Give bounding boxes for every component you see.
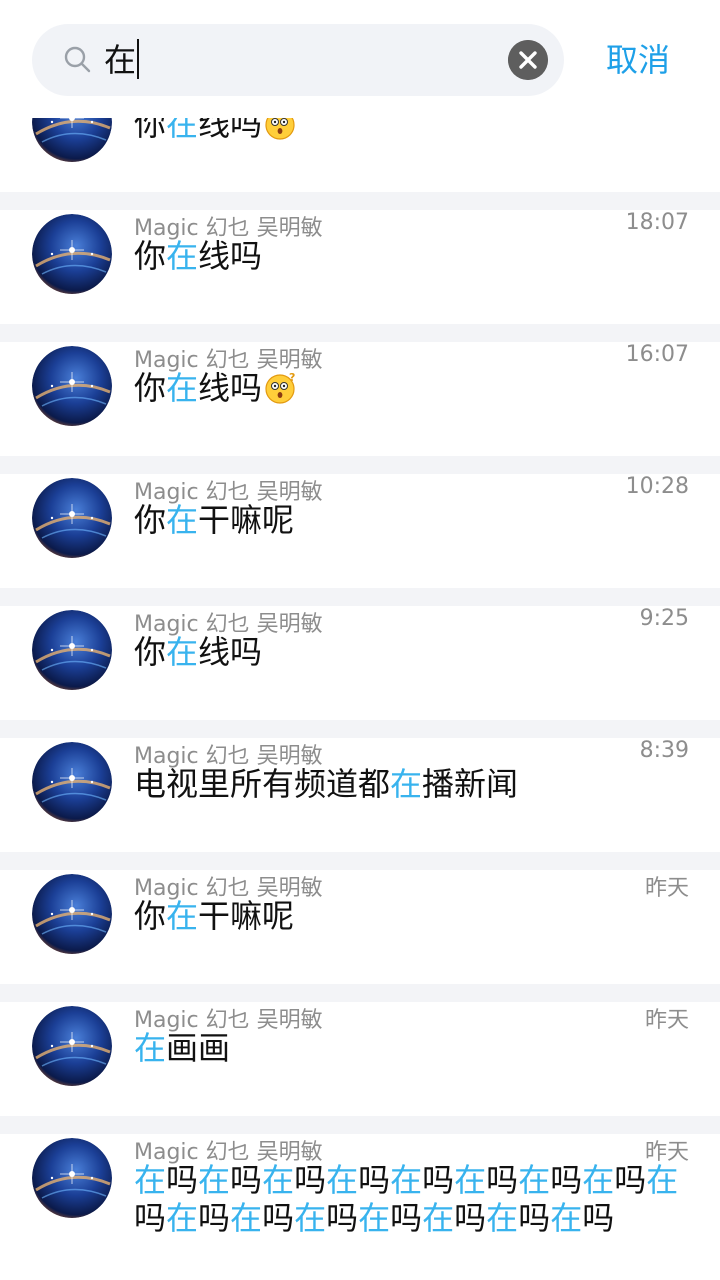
message-snippet: 在画画 [134,1029,694,1067]
snippet-text: 画画 [166,1029,231,1067]
highlight-match: 在 [582,1161,615,1199]
row-divider [0,456,720,474]
snippet-text: 吗 [358,1161,391,1199]
snippet-text: 吗 [390,1199,423,1237]
message-snippet: 你在线吗 [134,633,694,671]
avatar [32,214,112,294]
row-divider [0,192,720,210]
snippet-text: 线吗 [198,633,263,671]
message-snippet: 你在干嘛呢 [134,897,694,935]
highlight-match: 在 [422,1199,455,1237]
snippet-text: 吗 [518,1199,551,1237]
row-divider [0,588,720,606]
snippet-text: 吗 [550,1161,583,1199]
message-snippet: 电视里所有频道都在播新闻 [134,765,694,803]
snippet-text: 吗 [486,1161,519,1199]
row-divider [0,324,720,342]
snippet-text: 干嘛呢 [198,897,295,935]
surprised-face-icon: ? [264,371,298,405]
highlight-match: 在 [550,1199,583,1237]
snippet-text: 吗 [582,1199,615,1237]
message-time: 10:28 [625,474,689,499]
search-icon [64,46,91,73]
message-time: 16:07 [625,342,689,367]
search-results-screen: Magic 幻乜 吴明敏20:04你在线吗?Magic 幻乜 吴明敏18:07你… [0,0,720,1280]
snippet-text: 吗 [614,1161,647,1199]
snippet-text: 吗 [422,1161,455,1199]
search-query[interactable]: 在 [104,24,140,96]
snippet-text: 吗 [166,1161,199,1199]
snippet-text: 你 [134,369,167,407]
result-row[interactable]: Magic 幻乜 吴明敏 9:25 你在线吗 [0,606,720,720]
result-row[interactable]: Magic 幻乜 吴明敏 昨天 在吗在吗在吗在吗在吗在吗在吗在吗在吗在吗在吗在吗在吗… [0,1134,720,1280]
message-snippet: 你在干嘛呢 [134,501,694,539]
message-time: 8:39 [639,738,689,763]
snippet-text: 吗 [326,1199,359,1237]
highlight-match: 在 [262,1161,295,1199]
highlight-match: 在 [326,1161,359,1199]
clear-icon[interactable] [508,40,548,80]
message-snippet: 你在线吗 [134,237,694,275]
avatar [32,1138,112,1218]
snippet-text: 吗 [262,1199,295,1237]
snippet-text: 干嘛呢 [198,501,295,539]
snippet-text: 你 [134,897,167,935]
highlight-match: 在 [486,1199,519,1237]
snippet-text: 电视里所有频道都 [134,765,391,803]
row-divider [0,984,720,1002]
result-row[interactable]: Magic 幻乜 吴明敏 18:07 你在线吗 [0,210,720,324]
highlight-match: 在 [518,1161,551,1199]
highlight-match: 在 [166,369,199,407]
message-time: 9:25 [639,606,689,631]
highlight-match: 在 [358,1199,391,1237]
message-snippet: 在吗在吗在吗在吗在吗在吗在吗在吗在吗在吗在吗在吗在吗在吗在吗在吗 [134,1161,694,1237]
avatar [32,610,112,690]
highlight-match: 在 [198,1161,231,1199]
snippet-text: 吗 [294,1161,327,1199]
row-divider [0,1116,720,1134]
result-row[interactable]: Magic 幻乜 吴明敏 16:07 你在线吗? [0,342,720,456]
snippet-text: 你 [134,237,167,275]
cancel-button[interactable]: 取消 [606,24,670,96]
avatar [32,346,112,426]
highlight-match: 在 [166,897,199,935]
highlight-match: 在 [390,1161,423,1199]
snippet-text: 线吗 [198,237,263,275]
snippet-text: 你 [134,633,167,671]
result-row[interactable]: Magic 幻乜 吴明敏 8:39 电视里所有频道都在播新闻 [0,738,720,852]
highlight-match: 在 [166,633,199,671]
snippet-text: 播新闻 [422,765,519,803]
highlight-match: 在 [134,1029,167,1067]
svg-text:?: ? [289,371,295,384]
text-caret [137,39,140,79]
search-input[interactable]: 在 [32,24,564,96]
highlight-match: 在 [646,1161,679,1199]
result-row[interactable]: Magic 幻乜 吴明敏 10:28 你在干嘛呢 [0,474,720,588]
snippet-text: 吗 [454,1199,487,1237]
highlight-match: 在 [390,765,423,803]
result-row[interactable]: Magic 幻乜 吴明敏 昨天 你在干嘛呢 [0,870,720,984]
avatar [32,478,112,558]
message-time: 18:07 [625,210,689,235]
snippet-text: 吗 [198,1199,231,1237]
snippet-text: 吗 [134,1199,167,1237]
snippet-text: 你 [134,501,167,539]
highlight-match: 在 [166,1199,199,1237]
highlight-match: 在 [166,237,199,275]
avatar [32,742,112,822]
result-row[interactable]: Magic 幻乜 吴明敏 昨天 在画画 [0,1002,720,1116]
highlight-match: 在 [294,1199,327,1237]
message-snippet: 你在线吗? [134,369,694,407]
search-header: 在 取消 [0,0,720,118]
avatar [32,874,112,954]
avatar [32,1006,112,1086]
highlight-match: 在 [166,501,199,539]
row-divider [0,852,720,870]
snippet-text: 吗 [230,1161,263,1199]
highlight-match: 在 [230,1199,263,1237]
highlight-match: 在 [454,1161,487,1199]
row-divider [0,720,720,738]
highlight-match: 在 [134,1161,167,1199]
snippet-text: 线吗 [198,369,263,407]
